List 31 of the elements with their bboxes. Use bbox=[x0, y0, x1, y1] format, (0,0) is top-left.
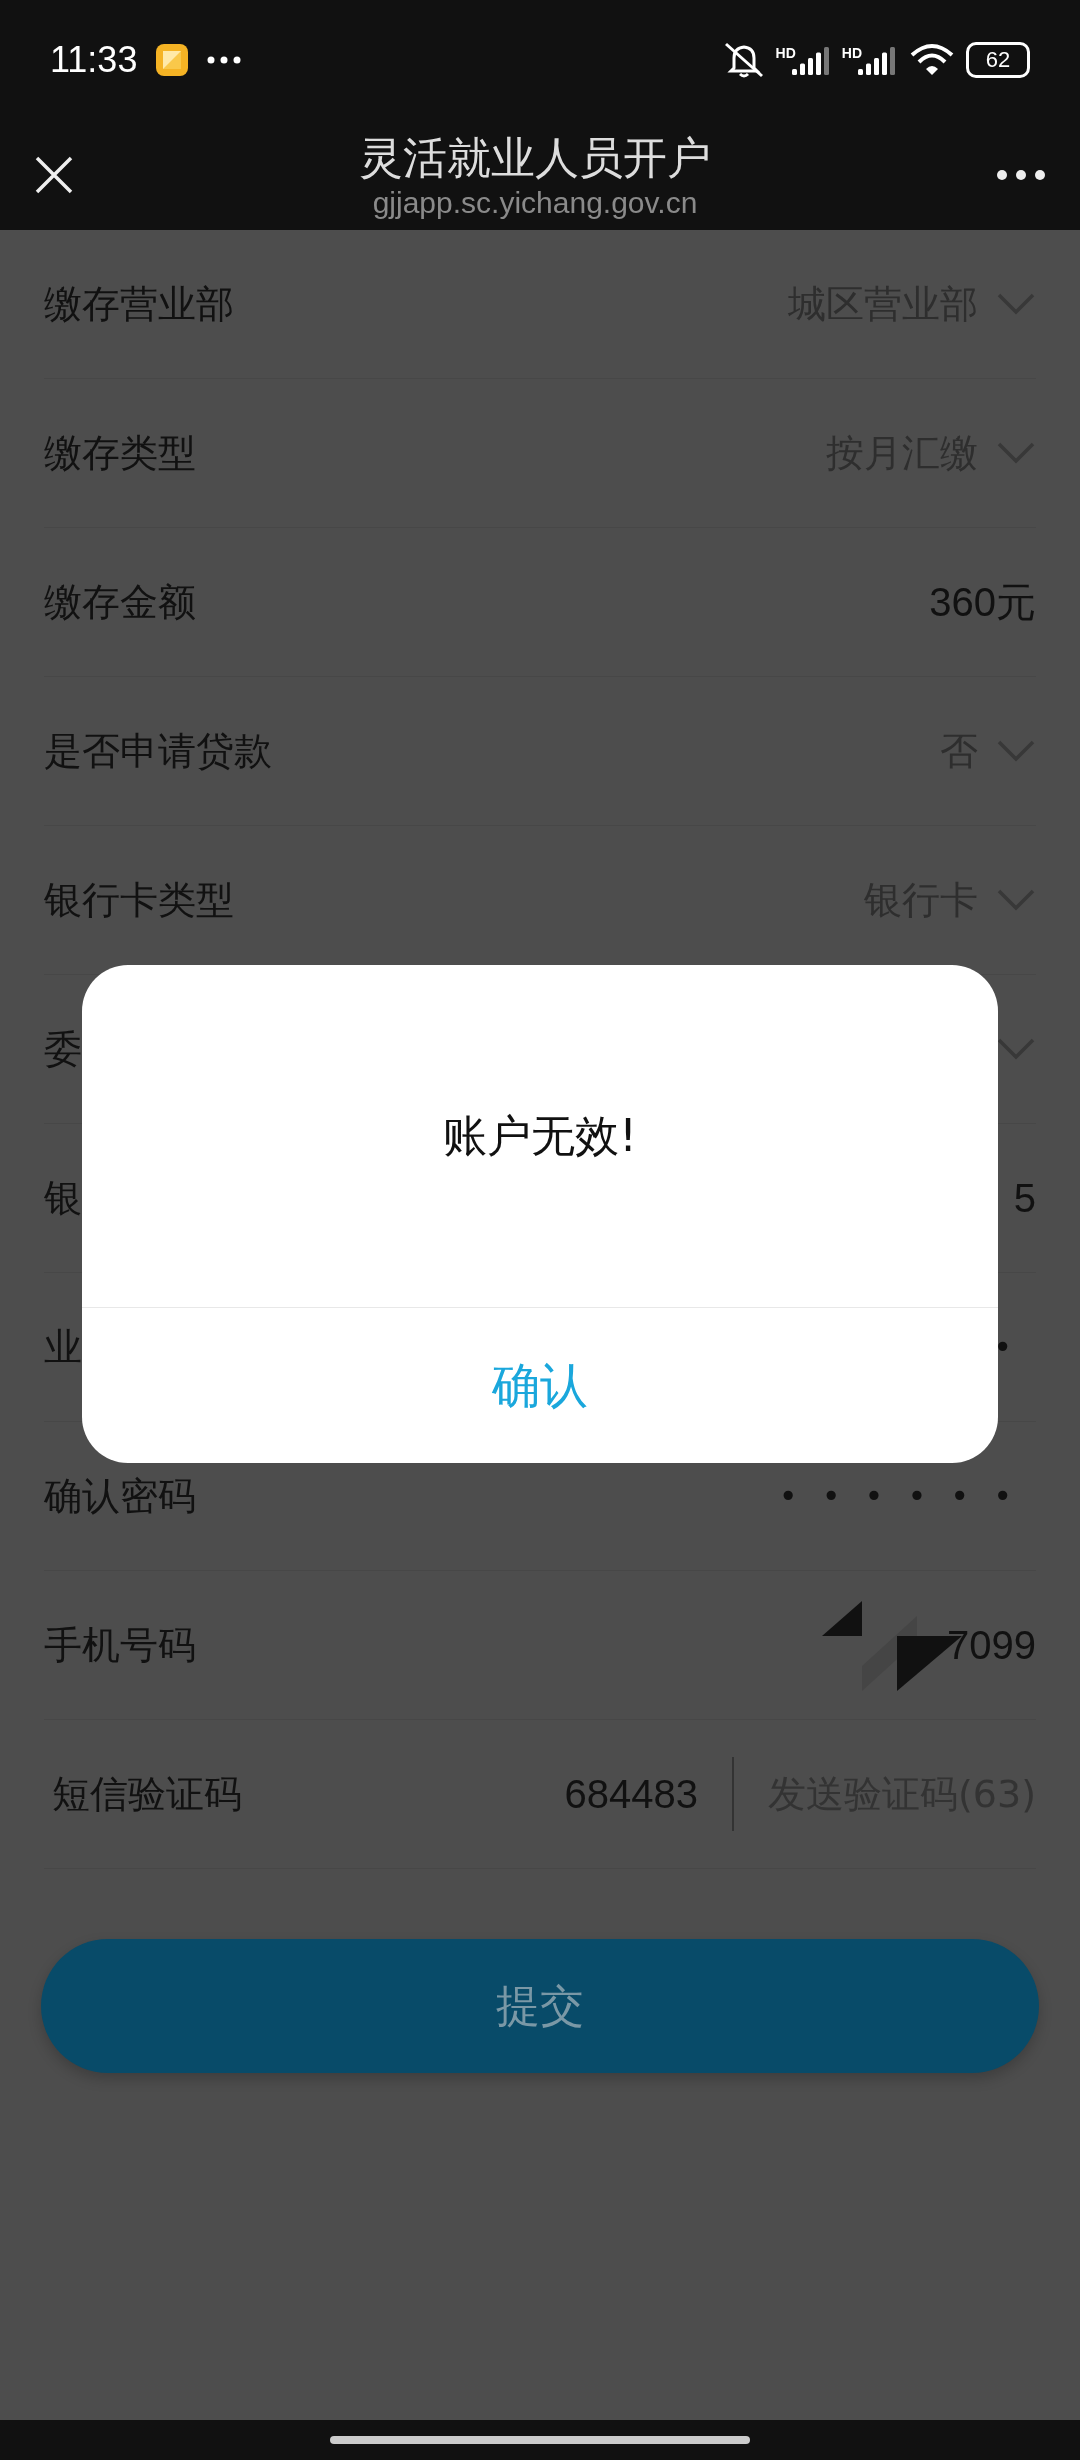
more-icon[interactable] bbox=[996, 169, 1046, 181]
field-label: 银 bbox=[44, 1174, 82, 1222]
field-value: 5 bbox=[1013, 1175, 1036, 1221]
field-label: 是否申请贷款 bbox=[44, 727, 272, 775]
app-notification-icon bbox=[155, 43, 190, 77]
field-label: 缴存类型 bbox=[44, 429, 196, 477]
field-label: 缴存金额 bbox=[44, 578, 196, 626]
wifi-icon bbox=[910, 43, 954, 77]
password-value[interactable]: •••••• bbox=[778, 1477, 1036, 1515]
field-label: 短信验证码 bbox=[52, 1770, 242, 1818]
confirm-button[interactable]: 确认 bbox=[82, 1308, 998, 1463]
field-label: 手机号码 bbox=[44, 1621, 196, 1669]
field-label: 业 bbox=[44, 1323, 82, 1371]
network-type: HD bbox=[775, 45, 796, 61]
code-input[interactable]: 684483 bbox=[564, 1771, 698, 1817]
field-label: 确认密码 bbox=[44, 1472, 196, 1520]
chevron-icon bbox=[996, 1037, 1036, 1061]
network-type: HD bbox=[841, 45, 862, 61]
close-icon[interactable] bbox=[34, 155, 74, 195]
status-time: 11:33 bbox=[50, 39, 138, 81]
field-label: 银行卡类型 bbox=[44, 876, 234, 924]
field-label: 缴存营业部 bbox=[44, 280, 234, 328]
dialog-message: 账户无效! bbox=[443, 1108, 637, 1163]
battery-level: 62 bbox=[966, 42, 1030, 78]
field-value: 360元 bbox=[929, 578, 1036, 626]
page-title: 灵活就业人员开户 bbox=[359, 131, 711, 185]
more-icon bbox=[207, 56, 242, 64]
phone-value[interactable]: 7099 bbox=[947, 1622, 1036, 1667]
submit-button[interactable]: 提交 bbox=[41, 1939, 1039, 2073]
field-label: 委 bbox=[44, 1025, 82, 1073]
page-url: gjjapp.sc.yichang.gov.cn bbox=[372, 186, 698, 220]
